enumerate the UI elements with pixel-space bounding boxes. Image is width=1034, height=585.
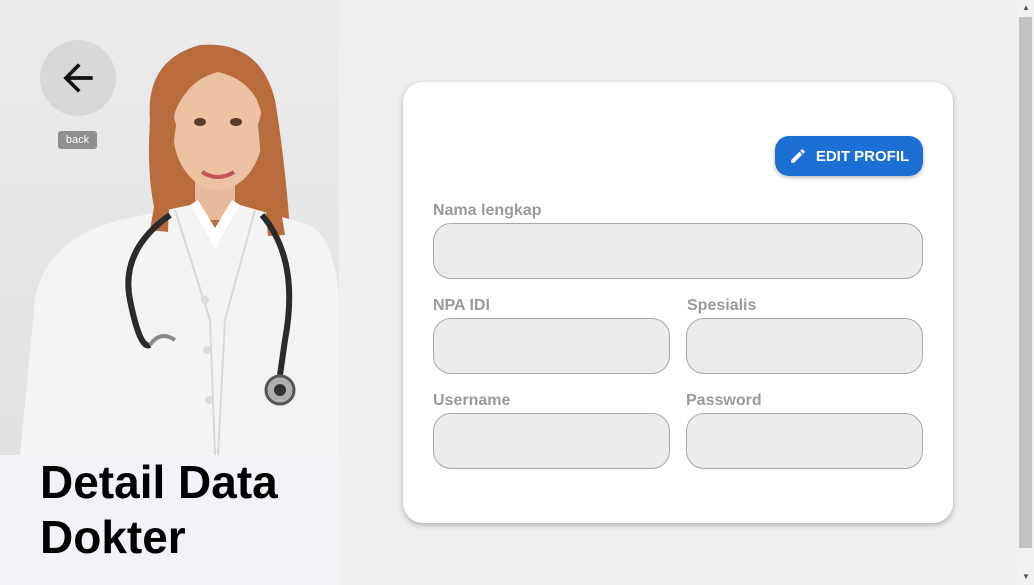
pencil-icon: [791, 149, 805, 163]
doctor-photo: back: [0, 0, 339, 455]
edit-profile-label: EDIT PROFIL: [815, 147, 910, 165]
profile-card: EDIT PROFIL Nama lengkap NPA IDI Spesial…: [403, 82, 953, 523]
spesialis-input[interactable]: [686, 318, 923, 374]
left-panel: back Detail Data Dokter: [0, 0, 339, 585]
nama-label: Nama lengkap: [433, 202, 542, 219]
back-tooltip: back: [58, 131, 97, 149]
scroll-thumb[interactable]: [1019, 17, 1032, 548]
back-button[interactable]: [40, 40, 116, 116]
password-label: Password: [686, 392, 762, 409]
username-label: Username: [433, 392, 511, 409]
username-input[interactable]: [433, 413, 670, 469]
scroll-up-icon[interactable]: ▲: [1022, 3, 1030, 12]
edit-profile-button[interactable]: EDIT PROFIL: [775, 136, 923, 176]
page-title: Detail Data Dokter: [40, 456, 278, 563]
npa-label: NPA IDI: [433, 297, 490, 314]
arrow-left-icon: [63, 63, 93, 93]
password-input[interactable]: [686, 413, 923, 469]
scroll-down-icon[interactable]: ▼: [1022, 572, 1030, 581]
nama-input[interactable]: [433, 223, 923, 279]
npa-input[interactable]: [433, 318, 670, 374]
spesialis-label: Spesialis: [687, 297, 757, 314]
vertical-scrollbar[interactable]: ▲ ▼: [1017, 0, 1034, 585]
